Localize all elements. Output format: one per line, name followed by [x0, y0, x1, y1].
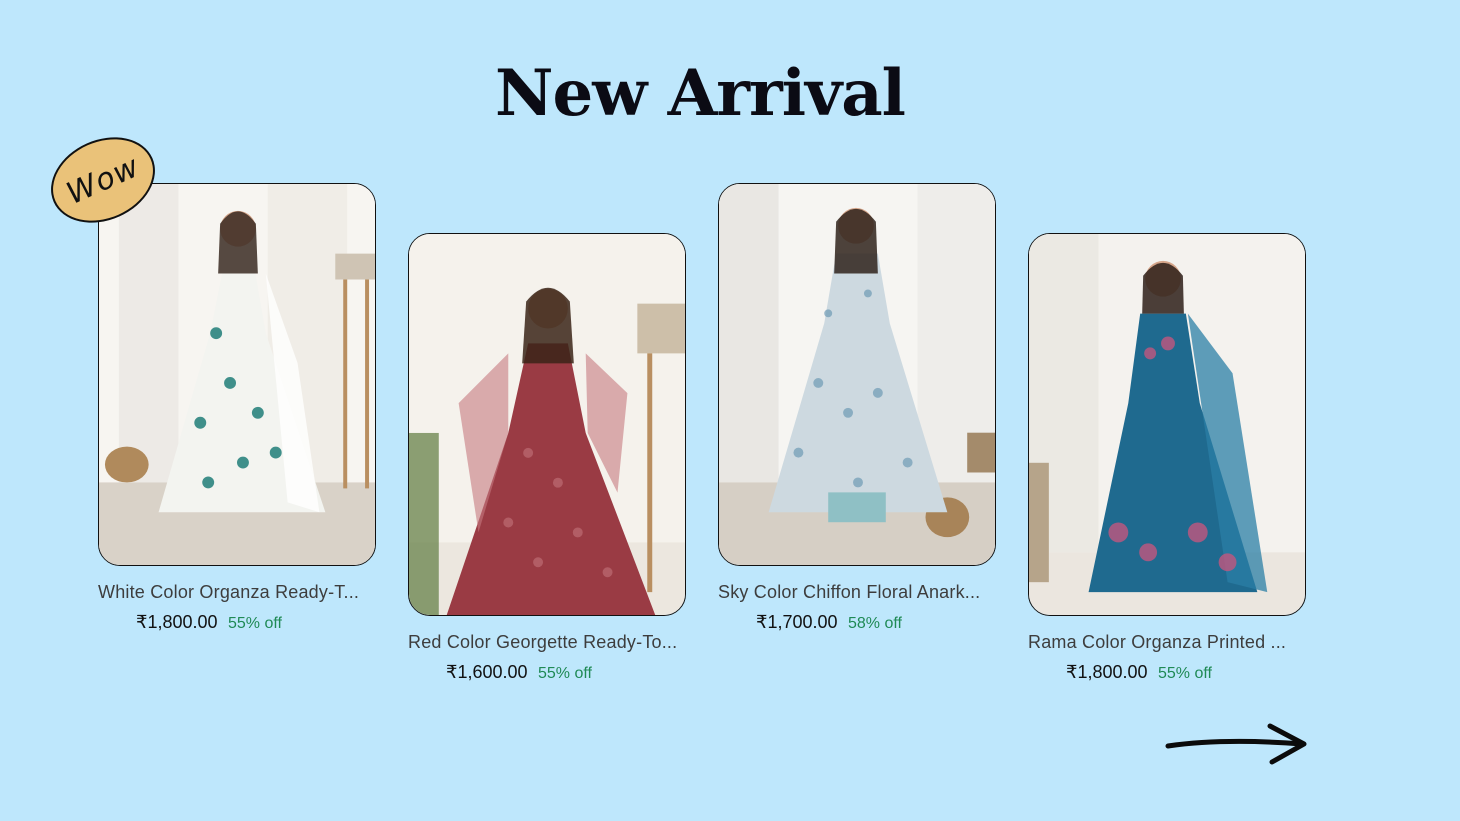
arrow-right-icon[interactable]: [1164, 722, 1310, 766]
product-discount: 58% off: [848, 615, 902, 632]
product-image[interactable]: [1028, 233, 1306, 616]
wow-badge-label: Wow: [61, 148, 145, 212]
product-discount: 55% off: [538, 665, 592, 682]
product-name[interactable]: Sky Color Chiffon Floral Anark...: [718, 582, 996, 603]
section-title: New Arrival: [495, 56, 906, 131]
product-price: ₹1,800.00: [1066, 662, 1148, 682]
product-name[interactable]: Rama Color Organza Printed ...: [1028, 632, 1306, 653]
product-card-3[interactable]: Sky Color Chiffon Floral Anark... ₹1,700…: [718, 183, 996, 633]
product-card-1[interactable]: White Color Organza Ready-T... ₹1,800.00…: [98, 183, 376, 633]
price-row: ₹1,700.00 58% off: [718, 612, 940, 633]
product-discount: 55% off: [228, 615, 282, 632]
product-price: ₹1,600.00: [446, 662, 528, 682]
product-image[interactable]: [718, 183, 996, 566]
product-name[interactable]: Red Color Georgette Ready-To...: [408, 632, 686, 653]
product-price: ₹1,800.00: [136, 612, 218, 632]
product-name[interactable]: White Color Organza Ready-T...: [98, 582, 376, 603]
product-image[interactable]: [408, 233, 686, 616]
price-row: ₹1,800.00 55% off: [98, 612, 320, 633]
price-row: ₹1,600.00 55% off: [408, 662, 630, 683]
product-price: ₹1,700.00: [756, 612, 838, 632]
product-card-4[interactable]: Rama Color Organza Printed ... ₹1,800.00…: [1028, 233, 1306, 683]
product-image[interactable]: [98, 183, 376, 566]
price-row: ₹1,800.00 55% off: [1028, 662, 1250, 683]
product-discount: 55% off: [1158, 665, 1212, 682]
product-card-2[interactable]: Red Color Georgette Ready-To... ₹1,600.0…: [408, 233, 686, 683]
